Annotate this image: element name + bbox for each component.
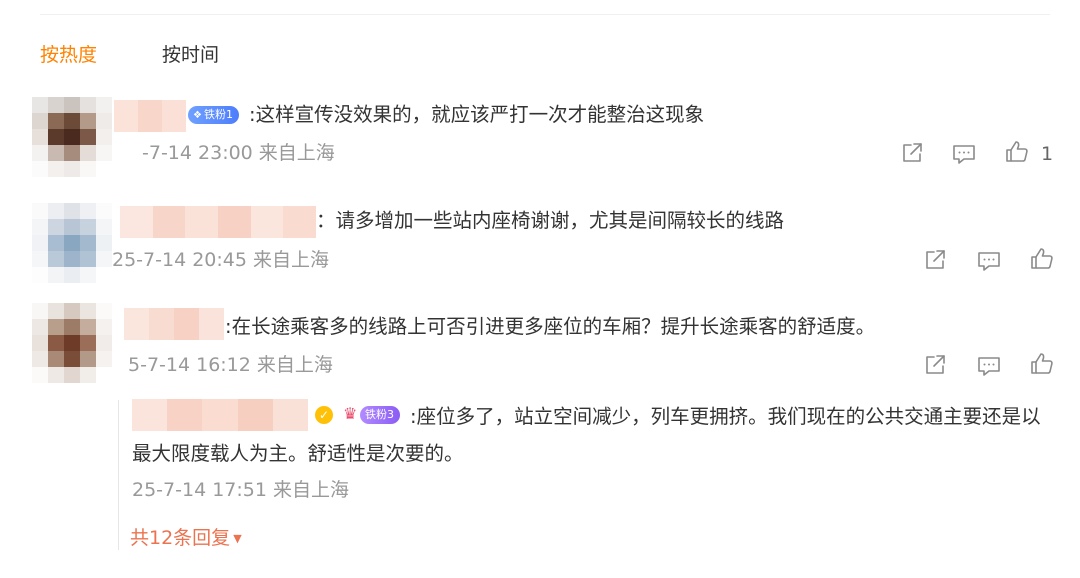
like-icon[interactable] — [1029, 351, 1055, 377]
view-more-replies-link[interactable]: 共12条回复 ▼ — [130, 523, 242, 554]
avatar[interactable] — [32, 97, 112, 177]
comment-text: :这样宣传没效果的，就应该严打一次才能整治这现象 — [249, 103, 705, 126]
like-count: 1 — [1041, 143, 1054, 165]
share-icon[interactable] — [922, 247, 948, 273]
comment-text: ：请多增加一些站内座椅谢谢，尤其是间隔较长的线路 — [316, 209, 785, 232]
comment-meta: 25-7-14 20:45 来自上海 — [112, 249, 329, 271]
top-divider — [40, 14, 1050, 15]
username-blurred[interactable] — [124, 308, 224, 340]
username-blurred[interactable] — [114, 100, 186, 132]
comment-icon[interactable] — [976, 353, 1002, 379]
tab-sort-by-hot[interactable]: 按热度 — [40, 40, 97, 70]
avatar[interactable] — [32, 203, 112, 283]
reply-text: :座位多了，站立空间减少，列车更拥挤。我们现在的公共交通主要还是以最大限度载人为… — [132, 405, 1041, 465]
reply-thread-line — [118, 400, 119, 550]
like-icon[interactable] — [1004, 139, 1030, 165]
comment-meta: 5-7-14 16:12 来自上海 — [128, 354, 333, 376]
share-icon[interactable] — [899, 140, 925, 166]
share-icon[interactable] — [922, 352, 948, 378]
comment-icon[interactable] — [976, 248, 1002, 274]
like-icon[interactable] — [1029, 246, 1055, 272]
fan-badge: ❖ 铁粉1 — [188, 106, 239, 124]
comment-text: :在长途乘客多的线路上可否引进更多座位的车厢？提升长途乘客的舒适度。 — [225, 315, 876, 338]
caret-down-icon: ▼ — [233, 532, 242, 545]
avatar[interactable] — [32, 303, 112, 383]
reply-meta: 25-7-14 17:51 来自上海 — [132, 479, 349, 501]
comment-icon[interactable] — [951, 141, 977, 167]
username-blurred[interactable] — [120, 206, 317, 238]
tab-sort-by-time[interactable]: 按时间 — [162, 40, 219, 70]
comment-meta: -7-14 23:00 来自上海 — [142, 142, 335, 164]
